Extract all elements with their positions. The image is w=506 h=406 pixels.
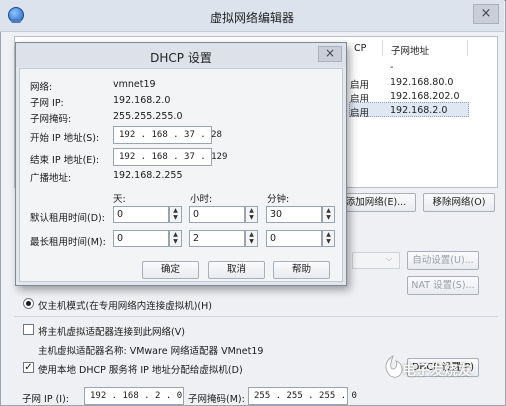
start-ip-label: 开始 IP 地址(S): bbox=[30, 133, 100, 144]
default-lease-days-spinner[interactable]: ▲ ▼ bbox=[169, 206, 182, 223]
network-label: 网络: bbox=[30, 82, 53, 93]
dialog-close-button[interactable]: × bbox=[318, 46, 342, 62]
spin-down-icon[interactable]: ▼ bbox=[246, 214, 257, 221]
end-ip-input[interactable]: 192 . 168 . 37 . 129 bbox=[113, 148, 227, 166]
broadcast-value: 192.168.2.255 bbox=[113, 170, 183, 181]
default-lease-days-input[interactable]: 0 bbox=[113, 206, 169, 223]
minutes-label: 分钟: bbox=[267, 194, 290, 205]
subnet-ip-label: 子网 IP: bbox=[30, 98, 64, 109]
column-header-subnet[interactable]: 子网地址 bbox=[391, 43, 429, 57]
column-header-dhcp[interactable]: CP bbox=[354, 43, 366, 54]
spin-down-icon[interactable]: ▼ bbox=[170, 238, 181, 245]
add-network-button[interactable]: 添加网络(E)... bbox=[336, 193, 416, 212]
watermark-logo-icon bbox=[385, 355, 403, 378]
default-lease-hours-input[interactable]: 0 bbox=[189, 206, 245, 223]
start-ip-input[interactable]: 192 . 168 . 37 . 28 bbox=[113, 126, 222, 144]
vmnet-select[interactable] bbox=[352, 252, 400, 269]
max-lease-label: 最长租用时间(M): bbox=[30, 237, 106, 248]
nat-settings-button[interactable]: NAT 设置(S)... bbox=[407, 276, 479, 295]
spin-down-icon[interactable]: ▼ bbox=[170, 214, 181, 221]
table-row-dhcp[interactable]: 启用 bbox=[350, 105, 369, 119]
broadcast-label: 广播地址: bbox=[30, 173, 72, 184]
max-lease-minutes-input[interactable]: 0 bbox=[266, 230, 322, 247]
subnet-ip-value: 192.168.2.0 bbox=[113, 95, 171, 106]
network-value: vmnet19 bbox=[113, 79, 156, 90]
days-label: 天: bbox=[113, 194, 126, 205]
host-only-label: 仅主机模式(在专用网络内连接虚拟机)(H) bbox=[38, 301, 212, 312]
host-only-radio[interactable] bbox=[23, 298, 34, 309]
table-row-subnet[interactable]: 192.168.2.0 bbox=[390, 105, 447, 116]
default-lease-minutes-input[interactable]: 30 bbox=[266, 206, 322, 223]
ok-button[interactable]: 确定 bbox=[142, 261, 199, 279]
subnet-mask-value: 255.255.255.0 bbox=[113, 111, 183, 122]
table-row-dhcp[interactable]: 启用 bbox=[350, 77, 369, 91]
spin-up-icon[interactable]: ▲ bbox=[323, 231, 334, 238]
spin-down-icon[interactable]: ▼ bbox=[246, 238, 257, 245]
help-button[interactable]: 帮助 bbox=[273, 261, 330, 279]
spin-up-icon[interactable]: ▲ bbox=[246, 207, 257, 214]
table-row-subnet[interactable]: 192.168.202.0 bbox=[390, 91, 460, 102]
table-row-subnet[interactable]: 192.168.80.0 bbox=[390, 77, 453, 88]
subnet-ip-input[interactable]: 192 . 168 . 2 . 0 bbox=[84, 387, 184, 405]
subnet-ip-label: 子网 IP (I): bbox=[22, 394, 69, 405]
chevron-down-icon: ⌵ bbox=[386, 254, 393, 263]
spin-down-icon[interactable]: ▼ bbox=[323, 214, 334, 221]
end-ip-label: 结束 IP 地址(E): bbox=[30, 155, 100, 166]
subnet-mask-label: 子网掩码: bbox=[30, 114, 72, 125]
spin-up-icon[interactable]: ▲ bbox=[170, 231, 181, 238]
cancel-button[interactable]: 取消 bbox=[208, 261, 265, 279]
default-lease-label: 默认租用时间(D): bbox=[30, 213, 105, 224]
dialog-title: DHCP 设置 bbox=[150, 51, 212, 65]
auto-settings-button[interactable]: 自动设置(U)... bbox=[407, 251, 479, 270]
max-lease-days-input[interactable]: 0 bbox=[113, 230, 169, 247]
column-separator bbox=[382, 40, 383, 56]
subnet-mask-label: 子网掩码(M): bbox=[188, 394, 245, 405]
use-dhcp-label: 使用本地 DHCP 服务将 IP 地址分配给虚拟机(D) bbox=[38, 365, 243, 376]
spin-up-icon[interactable]: ▲ bbox=[323, 207, 334, 214]
max-lease-minutes-spinner[interactable]: ▲ ▼ bbox=[322, 230, 335, 247]
use-dhcp-checkbox[interactable]: ✓ bbox=[23, 362, 34, 373]
max-lease-hours-spinner[interactable]: ▲ ▼ bbox=[245, 230, 258, 247]
default-lease-minutes-spinner[interactable]: ▲ ▼ bbox=[322, 206, 335, 223]
watermark-text: 电子发烧友 bbox=[402, 363, 472, 379]
divider bbox=[14, 316, 498, 317]
hours-label: 小时: bbox=[190, 194, 213, 205]
connect-adapter-label: 将主机虚拟适配器连接到此网络(V) bbox=[38, 327, 185, 338]
default-lease-hours-spinner[interactable]: ▲ ▼ bbox=[245, 206, 258, 223]
table-row-subnet[interactable]: - bbox=[390, 62, 393, 73]
spin-up-icon[interactable]: ▲ bbox=[246, 231, 257, 238]
window-title: 虚拟网络编辑器 bbox=[209, 11, 294, 25]
max-lease-hours-input[interactable]: 2 bbox=[189, 230, 245, 247]
adapter-name-label: 主机虚拟适配器名称: VMware 网络适配器 VMnet19 bbox=[38, 346, 264, 357]
subnet-mask-input[interactable]: 255 . 255 . 255 . 0 bbox=[248, 387, 357, 405]
max-lease-days-spinner[interactable]: ▲ ▼ bbox=[169, 230, 182, 247]
spin-up-icon[interactable]: ▲ bbox=[170, 207, 181, 214]
spin-down-icon[interactable]: ▼ bbox=[323, 238, 334, 245]
column-separator bbox=[467, 40, 468, 56]
window-close-button[interactable]: × bbox=[473, 4, 499, 24]
connect-adapter-checkbox[interactable] bbox=[23, 324, 34, 335]
remove-network-button[interactable]: 移除网络(O) bbox=[423, 193, 495, 212]
